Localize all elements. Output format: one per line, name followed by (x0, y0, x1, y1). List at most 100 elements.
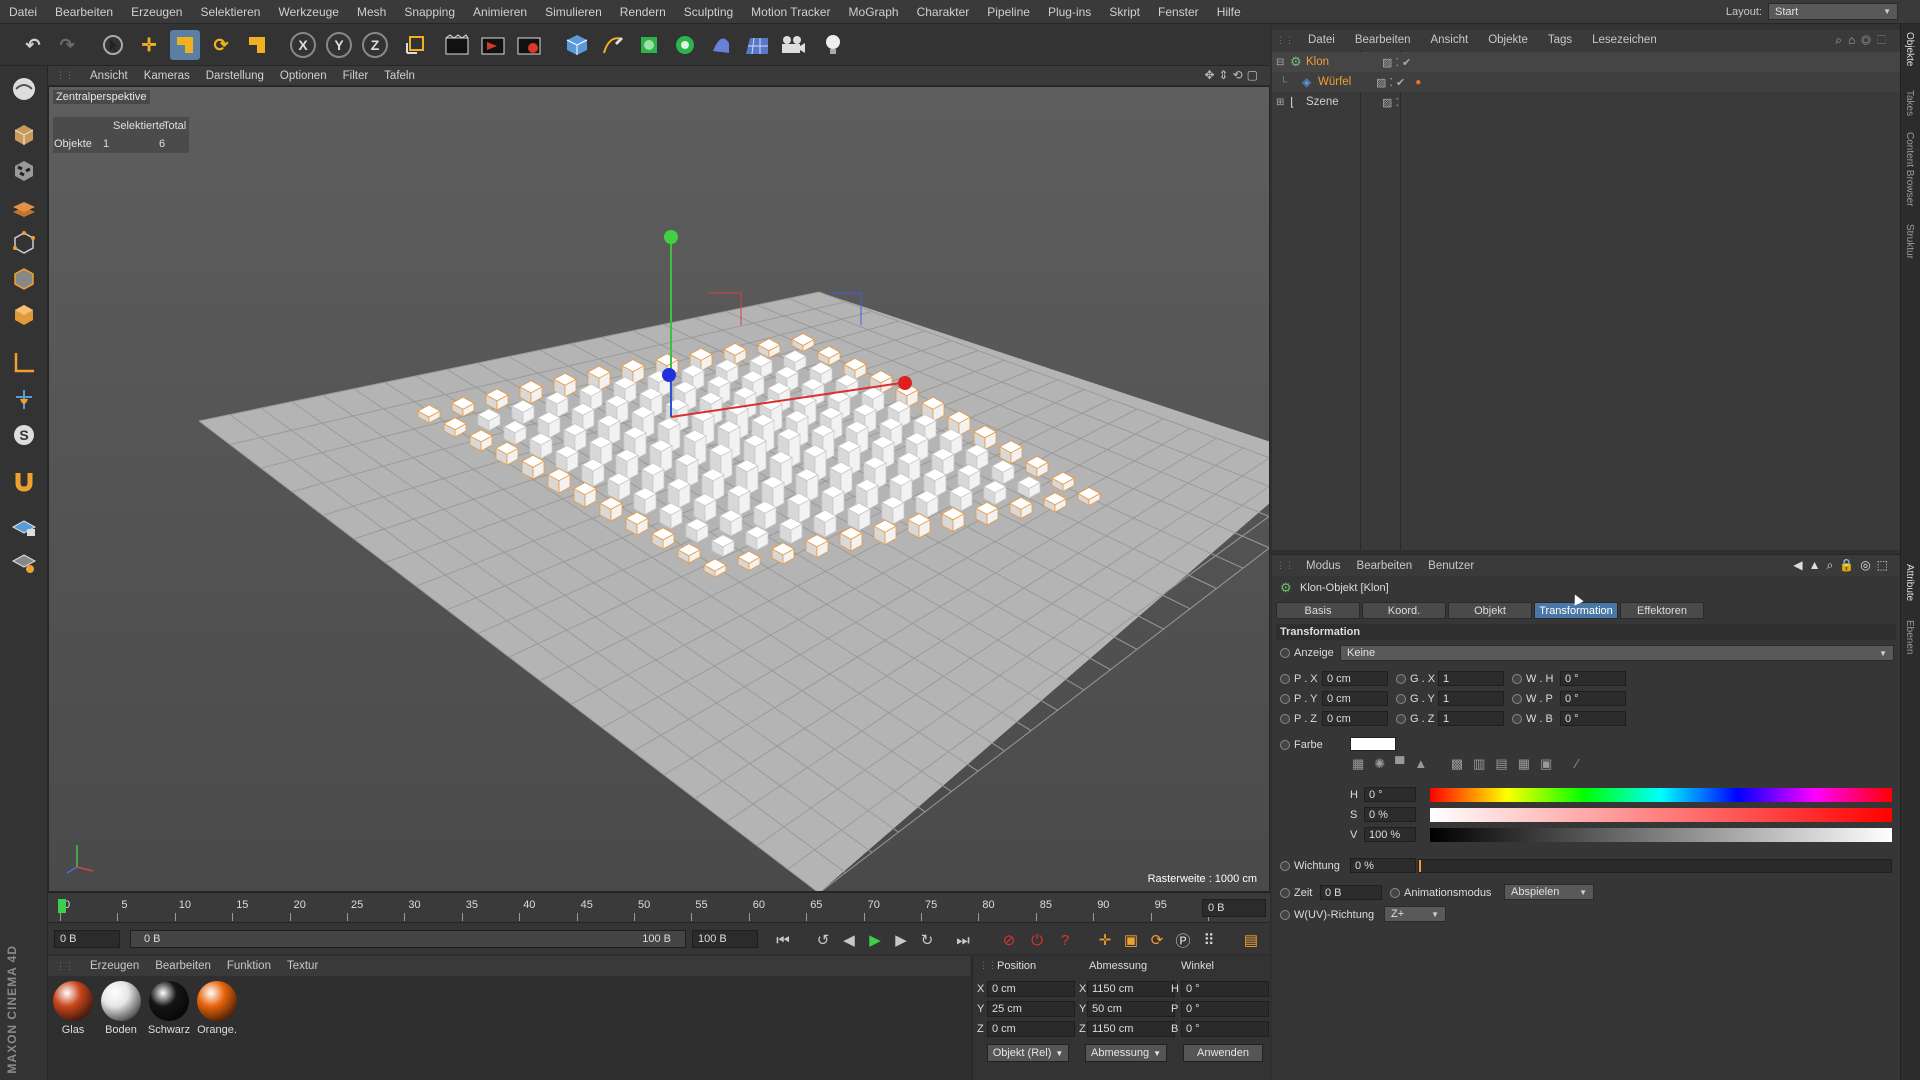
rot-h-field[interactable]: 0 ° (1560, 671, 1626, 686)
slider-knob[interactable] (1419, 860, 1421, 872)
tab-effektoren[interactable]: Effektoren (1620, 602, 1704, 619)
tab-koord[interactable]: Koord. (1362, 602, 1446, 619)
uvw-radio[interactable] (1280, 910, 1290, 920)
object-row-wuerfel[interactable]: └ ◈ Würfel ▨ ⁚ ✔ ● (1272, 72, 1900, 92)
coord-mode-dropdown[interactable]: Objekt (Rel) ▼ (987, 1044, 1069, 1062)
menu-sculpting[interactable]: Sculpting (675, 5, 742, 19)
cube-object-icon[interactable] (562, 30, 592, 60)
camera-icon[interactable] (778, 30, 808, 60)
spline-pen-icon[interactable] (598, 30, 628, 60)
scale-y-radio[interactable] (1396, 694, 1406, 704)
saturation-slider[interactable] (1430, 808, 1892, 822)
material-item[interactable]: Boden (98, 981, 144, 1036)
coord-angle-h-field[interactable]: 0 ° (1181, 981, 1269, 997)
coord-angle-p-field[interactable]: 0 ° (1181, 1001, 1269, 1017)
expand-icon[interactable]: ⊟ (1276, 57, 1290, 68)
deformer-icon[interactable] (706, 30, 736, 60)
viewport-menu-tafeln[interactable]: Tafeln (376, 70, 423, 82)
coordinate-system-icon[interactable] (400, 30, 430, 60)
goto-end-icon[interactable]: ⏭ (952, 929, 974, 951)
axis-z-lock-button[interactable]: Z (362, 32, 388, 58)
viewport-menu-kameras[interactable]: Kameras (136, 70, 198, 82)
coord-size-x-field[interactable]: 1150 cm (1087, 981, 1175, 997)
start-frame-field[interactable]: 0 B (54, 930, 120, 948)
axis-y-lock-button[interactable]: Y (326, 32, 352, 58)
side-tab-struktur[interactable]: Struktur (1904, 224, 1915, 259)
expand-icon[interactable]: ⊞ (1276, 97, 1290, 108)
rot-b-radio[interactable] (1512, 714, 1522, 724)
menu-snapping[interactable]: Snapping (395, 5, 464, 19)
coord-size-dropdown[interactable]: Abmessung ▼ (1085, 1044, 1167, 1062)
coord-pos-y-field[interactable]: 25 cm (987, 1001, 1075, 1017)
axis-mode-icon[interactable] (9, 348, 39, 378)
color-radio[interactable] (1280, 740, 1290, 750)
viewport-menu-optionen[interactable]: Optionen (272, 70, 335, 82)
menu-charakter[interactable]: Charakter (908, 5, 979, 19)
render-view-icon[interactable] (442, 30, 472, 60)
apply-button[interactable]: Anwenden (1183, 1044, 1263, 1062)
material-item[interactable]: Schwarz (146, 981, 192, 1036)
hue-field[interactable]: 0 ° (1364, 787, 1416, 802)
playhead[interactable] (58, 899, 66, 913)
material-menu-funktion[interactable]: Funktion (219, 960, 279, 972)
value-field[interactable]: 100 % (1364, 827, 1416, 842)
menu-bearbeiten[interactable]: Bearbeiten (46, 5, 122, 19)
scale-tool-icon[interactable] (170, 30, 200, 60)
anzeige-dropdown[interactable]: Keine ▼ (1340, 645, 1894, 661)
key-position-icon[interactable]: ✛ (1094, 929, 1116, 951)
move-tool-icon[interactable]: ✛ (134, 30, 164, 60)
menu-rendern[interactable]: Rendern (611, 5, 675, 19)
scale-z-radio[interactable] (1396, 714, 1406, 724)
menu-werkzeuge[interactable]: Werkzeuge (269, 5, 347, 19)
autokey-icon[interactable]: ⏻ (1026, 929, 1048, 951)
undo-icon[interactable]: ↶ (18, 30, 48, 60)
key-rotation-icon[interactable]: ⟳ (1146, 929, 1168, 951)
pos-x-field[interactable]: 0 cm (1322, 671, 1388, 686)
rot-p-radio[interactable] (1512, 694, 1522, 704)
current-frame-field[interactable]: 0 B (1202, 899, 1266, 917)
anim-mode-radio[interactable] (1390, 888, 1400, 898)
scale-z-field[interactable]: 1 (1438, 711, 1504, 726)
workplane-mode-icon[interactable] (9, 192, 39, 222)
prev-key-icon[interactable]: ↺ (812, 929, 834, 951)
select-tool-icon[interactable] (98, 30, 128, 60)
goto-start-icon[interactable]: ⏮ (772, 929, 794, 951)
side-tab-content-browser[interactable]: Content Browser (1904, 132, 1915, 206)
material-menu-bearbeiten[interactable]: Bearbeiten (147, 960, 219, 972)
side-tab-ebenen[interactable]: Ebenen (1904, 620, 1915, 654)
polygons-mode-icon[interactable] (9, 300, 39, 330)
rotate-tool-icon[interactable]: ⟳ (206, 30, 236, 60)
redo-icon[interactable]: ↷ (52, 30, 82, 60)
magnet-icon[interactable] (9, 466, 39, 496)
prev-frame-icon[interactable]: ◀ (838, 929, 860, 951)
material-menu-erzeugen[interactable]: Erzeugen (82, 960, 147, 972)
keyframe-selection-icon[interactable]: ? (1054, 929, 1076, 951)
tweak-mode-icon[interactable] (9, 384, 39, 414)
coord-angle-b-field[interactable]: 0 ° (1181, 1021, 1269, 1037)
next-key-icon[interactable]: ↻ (916, 929, 938, 951)
menu-animieren[interactable]: Animieren (464, 5, 536, 19)
color-picker-mode-icons[interactable]: ▦✺▀▲ ▩▥▤▦▣ ⁄ (1352, 756, 1692, 776)
object-manager-tool-icons[interactable]: ⌕⌂◎⬚ (1835, 33, 1892, 48)
rot-p-field[interactable]: 0 ° (1560, 691, 1626, 706)
menu-simulieren[interactable]: Simulieren (536, 5, 611, 19)
visibility-toggle-icon[interactable]: ▨ ⁚ (1382, 96, 1399, 109)
range-slider[interactable]: 0 B 100 B (130, 930, 686, 948)
render-settings-icon[interactable] (514, 30, 544, 60)
last-tool-icon[interactable] (242, 30, 272, 60)
menu-pipeline[interactable]: Pipeline (978, 5, 1039, 19)
menu-datei[interactable]: Datei (0, 5, 46, 19)
object-menu-bearbeiten[interactable]: Bearbeiten (1345, 34, 1421, 46)
rot-h-radio[interactable] (1512, 674, 1522, 684)
value-slider[interactable] (1430, 828, 1892, 842)
menu-erzeugen[interactable]: Erzeugen (122, 5, 191, 19)
nurbs-icon[interactable] (634, 30, 664, 60)
light-icon[interactable] (818, 30, 848, 60)
viewport-menu-ansicht[interactable]: Ansicht (82, 70, 136, 82)
texture-mode-icon[interactable] (9, 156, 39, 186)
anim-mode-dropdown[interactable]: Abspielen ▼ (1504, 884, 1594, 900)
material-menu-textur[interactable]: Textur (279, 960, 326, 972)
weight-slider[interactable] (1418, 859, 1892, 873)
material-tag-icon[interactable]: ● (1415, 77, 1421, 88)
record-keys-icon[interactable]: ⊘ (998, 929, 1020, 951)
